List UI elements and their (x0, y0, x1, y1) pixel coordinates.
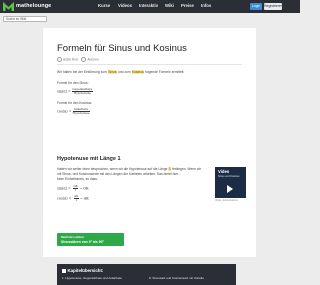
formula-lhs: cos(α) = (57, 196, 73, 201)
intro-paragraph: Wir halten bei der Einführung zum Sinus … (57, 70, 184, 74)
chapter-overview-title: Kapitelübersicht: (67, 268, 104, 273)
next-lesson-button[interactable]: Nächste Lektion Sinussätzen von 0° bis 9… (57, 233, 124, 246)
clock-icon (57, 57, 62, 62)
divider (57, 64, 242, 65)
fraction-denominator: Hypotenuse (72, 111, 90, 115)
paragraph-text: festlegen. Wenn wir (171, 167, 202, 171)
nav-item-preise[interactable]: Preise (181, 3, 194, 8)
register-button[interactable]: Registrieren (264, 3, 283, 10)
link-sinus[interactable]: Sinus (107, 70, 118, 74)
top-navigation-bar: mathelounge Kurse Videos Interaktiv Wiki… (0, 0, 300, 13)
kosinus-formula: cos(α) = Ankathete Hypotenuse (57, 108, 90, 115)
article-meta: letzte Änd. Autoren (57, 57, 99, 62)
next-lesson-title: Nächste Lektion (61, 235, 85, 239)
video-thumbnail[interactable]: Video Sinus und Kosinus (215, 167, 246, 198)
meta-date: letzte Änd. (63, 57, 79, 62)
nav-item-wiki[interactable]: Wiki (165, 3, 174, 8)
intro-text: Wir halten bei der Einführung zum (57, 70, 108, 74)
hypotenuse-paragraph-line3: beim Einheitskreis, so dass: (57, 177, 98, 181)
author-icon (81, 57, 87, 62)
nav-item-kurse[interactable]: Kurse (98, 3, 110, 8)
nav-item-interaktiv[interactable]: Interaktiv (139, 3, 158, 8)
formula-lhs: cos(α) = (57, 109, 72, 114)
video-label: Video (218, 169, 230, 174)
paragraph-text: Hatten wir weiter oben besprochen, wenn … (57, 167, 169, 171)
sinus-formula: sin(α) = Gegenkathete Hypotenuse (57, 88, 93, 95)
site-logo[interactable]: mathelounge (3, 2, 51, 11)
fraction: Ankathete Hypotenuse (72, 108, 90, 115)
nav-item-infos[interactable]: Infos (201, 3, 211, 8)
login-button[interactable]: Login (250, 3, 262, 10)
chapter-overview-heading: Kapitelübersicht: (62, 268, 103, 273)
hypotenuse-paragraph-line2: mit Sinus- und Kosinuswerte mit den Läng… (57, 172, 181, 176)
formula-lhs: sin(α) = (57, 186, 72, 191)
search-input[interactable]: Suche im Wiki (3, 16, 47, 22)
link-kosinus[interactable]: Kosinus (131, 70, 145, 74)
page-title: Formeln für Sinus und Kosinus (57, 43, 187, 54)
sin-unit-formula: sin(α) = GK 1 → GK (57, 185, 89, 192)
hypotenuse-paragraph-line1: Hatten wir weiter oben besprochen, wenn … (57, 167, 201, 171)
fraction-denominator: Hypotenuse (73, 91, 91, 95)
sinus-formula-label: Formel für den Sinus: (57, 81, 89, 85)
formula-rhs: → AK (78, 196, 89, 201)
play-icon[interactable] (227, 185, 233, 193)
video-caption: Video: Einheitskreis (215, 199, 238, 202)
edit-pencil-icon[interactable] (109, 156, 115, 162)
nav-item-videos[interactable]: Videos (118, 3, 132, 8)
brand-name: mathelounge (16, 3, 52, 9)
cos-unit-formula: cos(α) = AK 1 → AK (57, 195, 89, 202)
kosinus-formula-label: Formel für den Kosinus: (57, 101, 92, 105)
logo-icon (3, 2, 14, 11)
list-icon (62, 269, 66, 273)
next-lesson-subtitle: Sinussätzen von 0° bis 90° (61, 240, 104, 244)
formula-lhs: sin(α) = (57, 89, 71, 94)
meta-author[interactable]: Autoren (87, 57, 99, 61)
intro-text: folgende Formeln ermittelt: (144, 70, 185, 74)
intro-text: und zum (117, 70, 132, 74)
toc-item[interactable]: 1. Hypotenuse, Gegenkathete und Ankathet… (62, 276, 122, 280)
fraction: Gegenkathete Hypotenuse (71, 88, 93, 95)
formula-rhs: → GK (78, 186, 89, 191)
video-subtitle: Sinus und Kosinus (218, 175, 240, 178)
toc-item[interactable]: 8. Sinussatz und Kosinussatz mit Vorteil… (149, 276, 204, 280)
chapter-overview: Kapitelübersicht: 1. Hypotenuse, Gegenka… (57, 264, 236, 285)
article-card: Formeln für Sinus und Kosinus letzte Änd… (43, 28, 256, 285)
